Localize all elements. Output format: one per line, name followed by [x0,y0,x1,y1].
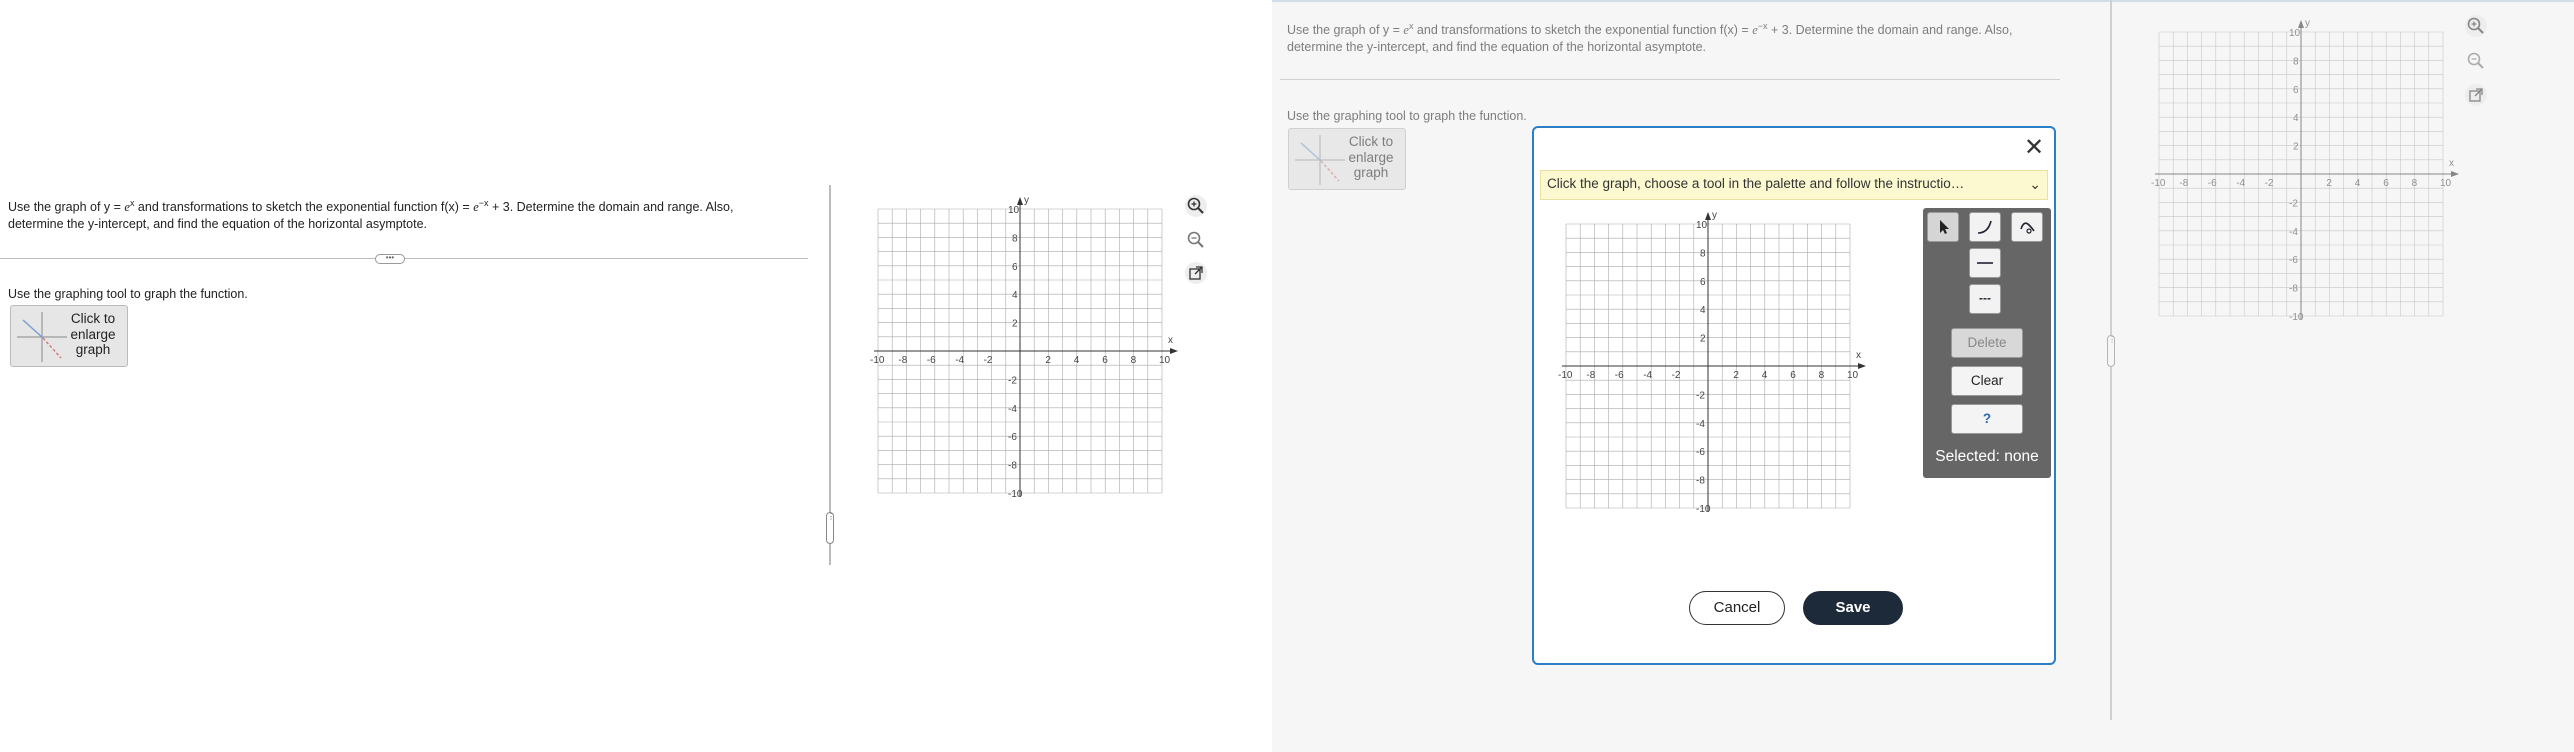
x-axis-label: x [1856,350,1861,361]
question-text: Use the graph of y = ex and transformati… [8,195,808,233]
asymptote-tool-button[interactable] [2011,212,2043,242]
help-button[interactable]: ? [1951,404,2023,434]
pointer-icon [1940,220,1949,234]
cancel-button[interactable]: Cancel [1689,591,1785,625]
y-tick-label: 10 [1696,220,1708,231]
question-text-part: and transformations to sketch the expone… [134,200,474,215]
x-tick-label: -8 [898,355,907,366]
y-axis-arrow-icon [1705,212,1711,220]
x-tick-label: 10 [1159,355,1171,366]
math-exponent: −x [478,198,489,208]
zoom-in-button[interactable] [1185,195,1207,217]
y-tick-label: 4 [1700,305,1706,316]
clear-button[interactable]: Clear [1951,366,2023,396]
tool-palette: --- Delete Clear ? Selected: none [1923,208,2051,478]
x-tick-label: -10 [1558,370,1573,381]
graph-modal: ✕ Click the graph, choose a tool in the … [1532,126,2056,665]
x-tick-label: 8 [1819,370,1825,381]
y-tick-label: -10 [1696,504,1711,515]
curve-tool-button[interactable] [1969,212,2001,242]
y-tick-label: 10 [1008,205,1020,216]
enlarge-label: Click to enlarge graph [65,311,121,358]
x-tick-label: -10 [870,355,885,366]
enlarge-label-line: graph [75,342,111,357]
curve-with-point-icon [2020,222,2035,234]
y-tick-label: -6 [1696,447,1705,458]
y-tick-label: 8 [1012,233,1018,244]
y-tick-label: 2 [1012,319,1018,330]
y-tick-label: -6 [1008,432,1017,443]
zoom-out-button[interactable] [1185,229,1207,251]
enlarge-label-line: Click to [70,311,116,326]
y-tick-label: -4 [1696,419,1705,430]
y-tick-label: -10 [1008,489,1023,500]
y-tick-label: -8 [1696,476,1705,487]
line-tool-button[interactable] [1969,248,2001,278]
expand-button[interactable]: ••• [375,254,405,264]
y-axis-label: y [1712,210,1717,221]
y-tick-label: -2 [1696,390,1705,401]
x-tick-label: 2 [1045,355,1051,366]
popout-button[interactable] [1185,262,1207,284]
external-link-icon [1189,266,1203,280]
question-text-part: Use the graph of y = [8,200,125,215]
y-tick-label: 8 [1700,248,1706,259]
y-tick-label: 4 [1012,290,1018,301]
pane-splitter[interactable] [829,185,831,565]
y-tick-label: 6 [1700,277,1706,288]
question-text-part: + 3. Determine the domain and range. Als… [488,200,734,215]
x-tick-label: 4 [1762,370,1768,381]
delete-button[interactable]: Delete [1951,328,2023,358]
enlarge-label-line: enlarge [70,326,116,342]
y-tick-label: 6 [1012,262,1018,273]
instruction-text: Use the graphing tool to graph the funct… [8,287,248,301]
y-tick-label: -4 [1008,404,1017,415]
solid-line-icon [1977,262,1993,264]
pointer-tool-button[interactable] [1927,212,1959,242]
x-tick-label: -6 [927,355,936,366]
x-tick-label: -8 [1586,370,1595,381]
y-axis-label: y [1024,195,1029,206]
save-button[interactable]: Save [1803,591,1903,625]
dashed-line-tool-button[interactable]: --- [1969,284,2001,314]
selected-status: Selected: none [1935,448,2039,465]
x-tick-label: -6 [1615,370,1624,381]
x-tick-label: -2 [1672,370,1681,381]
x-tick-label: -4 [1643,370,1652,381]
zoom-out-icon [1187,231,1204,248]
zoom-in-icon [1187,197,1204,214]
x-tick-label: -4 [955,355,964,366]
coordinate-graph[interactable]: x y -10 -8 -6 -4 -2 2 4 6 8 10 10 8 6 4 2 -2 -4 -6 -8 -10 [868,195,1188,505]
y-tick-label: 2 [1700,334,1706,345]
hint-text: Click the graph, choose a tool in the pa… [1547,176,1965,191]
question-text-line2: determine the y-intercept, and find the … [8,217,428,232]
enlarge-graph-button[interactable]: Click to enlarge graph [10,305,128,367]
x-tick-label: 6 [1102,355,1108,366]
instruction-hint-bar[interactable]: Click the graph, choose a tool in the pa… [1540,170,2048,200]
x-axis-arrow-icon [1170,348,1178,354]
x-tick-label: 6 [1790,370,1796,381]
pane-splitter-handle[interactable]: ⋮ [826,512,835,544]
coordinate-graph[interactable]: x y -10 -8 -6 -4 -2 2 4 6 8 10 10 8 6 4 2 -2 -4 -6 -8 -10 [1556,210,1876,520]
x-tick-label: -2 [984,355,993,366]
exponential-curve-icon [1977,220,1992,234]
x-tick-label: 10 [1847,370,1859,381]
y-tick-label: -8 [1008,461,1017,472]
x-axis-arrow-icon [1858,363,1866,369]
y-axis-arrow-icon [1017,197,1023,205]
x-axis-label: x [1168,335,1173,346]
x-tick-label: 8 [1131,355,1137,366]
chevron-double-down-icon[interactable]: ⌄ [2029,171,2041,197]
close-icon[interactable]: ✕ [2024,136,2044,160]
y-tick-label: -2 [1008,375,1017,386]
graph-thumbnail-icon [17,312,67,362]
x-tick-label: 4 [1074,355,1080,366]
x-tick-label: 2 [1733,370,1739,381]
